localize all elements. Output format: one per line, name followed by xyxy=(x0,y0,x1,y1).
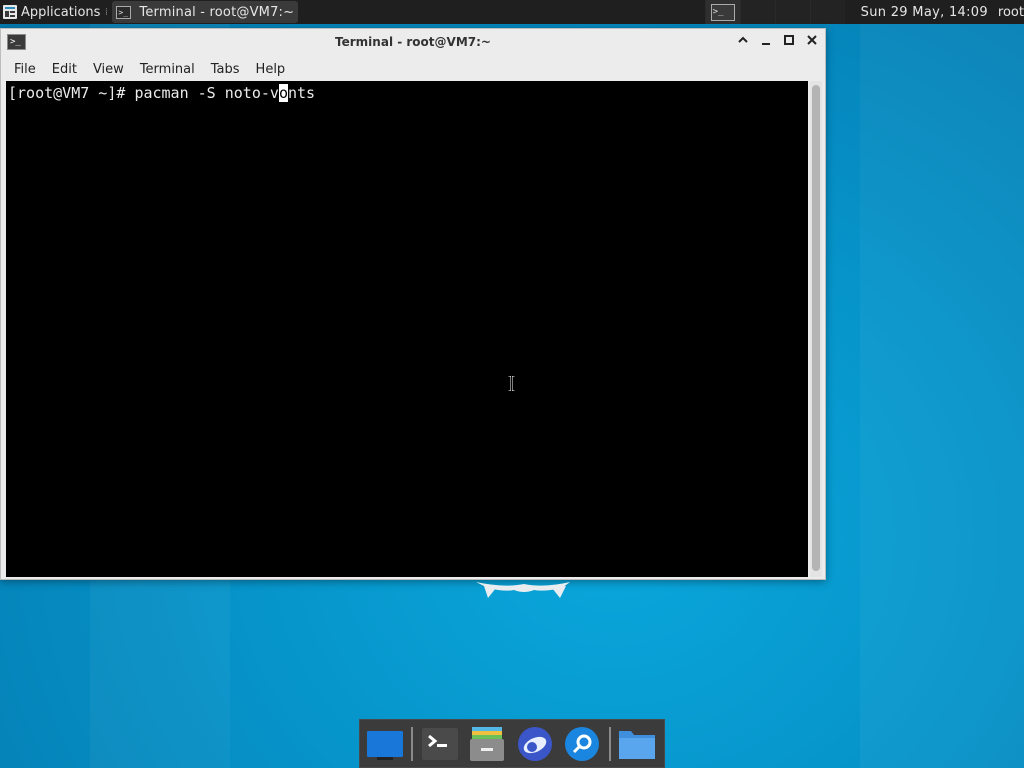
dock-archive-manager[interactable] xyxy=(467,723,508,765)
shell-prompt: [root@VM7 ~]# xyxy=(8,84,135,102)
window-titlebar[interactable]: >_ Terminal - root@VM7:~ xyxy=(1,29,825,57)
workspace-4[interactable] xyxy=(809,0,845,24)
terminal-icon: >_ xyxy=(116,5,132,19)
web-browser-icon xyxy=(517,726,552,761)
menu-help[interactable]: Help xyxy=(248,62,294,77)
dock-separator xyxy=(608,726,611,761)
window-title: Terminal - root@VM7:~ xyxy=(335,35,491,49)
workspace-3[interactable] xyxy=(774,0,810,24)
terminal-icon xyxy=(421,727,458,760)
close-icon xyxy=(807,35,817,45)
clock[interactable]: Sun 29 May, 14:09 xyxy=(861,5,988,20)
dock-separator xyxy=(411,726,414,761)
user-menu[interactable]: root xyxy=(998,5,1024,20)
taskbar-button-terminal[interactable]: >_ Terminal - root@VM7:~ xyxy=(112,1,299,23)
menu-edit[interactable]: Edit xyxy=(44,62,85,77)
terminal-scrollbar[interactable] xyxy=(810,81,822,577)
applications-label: Applications xyxy=(21,4,101,20)
dock-search[interactable] xyxy=(561,723,602,765)
workspace-switcher: >_ xyxy=(704,0,845,24)
top-panel: Applications ⁞ >_ Terminal - root@VM7:~ … xyxy=(0,0,1024,24)
dock-terminal[interactable] xyxy=(419,723,460,765)
minimize-icon xyxy=(762,43,770,45)
wallpaper-band xyxy=(860,24,1024,768)
dock-web-browser[interactable] xyxy=(514,723,555,765)
text-cursor: o xyxy=(278,84,288,102)
desktop-icon xyxy=(366,730,403,760)
menu-view[interactable]: View xyxy=(85,62,132,77)
taskbar-label: Terminal - root@VM7:~ xyxy=(139,4,295,20)
scrollbar-thumb[interactable] xyxy=(812,85,820,571)
panel-separator: ⁞ xyxy=(104,6,109,18)
text-cursor-pointer-icon xyxy=(508,375,515,392)
menu-file[interactable]: File xyxy=(6,62,44,77)
workspace-1[interactable]: >_ xyxy=(704,0,740,24)
maximize-icon xyxy=(784,35,794,45)
maximize-button[interactable] xyxy=(780,34,798,52)
menubar: File Edit View Terminal Tabs Help xyxy=(1,57,825,81)
menu-tabs[interactable]: Tabs xyxy=(203,62,248,77)
close-button[interactable] xyxy=(803,34,821,52)
shade-button[interactable] xyxy=(734,34,752,52)
command-text-after-cursor: nts xyxy=(287,84,316,102)
applications-menu-icon xyxy=(2,4,18,20)
search-icon xyxy=(565,726,600,761)
archive-manager-icon xyxy=(470,726,505,761)
dock-show-desktop[interactable] xyxy=(364,723,405,765)
dock xyxy=(359,719,665,768)
menu-terminal[interactable]: Terminal xyxy=(132,62,203,77)
terminal-output[interactable]: [root@VM7 ~]# pacman -S noto-vonts xyxy=(6,81,808,577)
workspace-2[interactable] xyxy=(739,0,775,24)
file-manager-icon xyxy=(619,730,656,759)
terminal-window: >_ Terminal - root@VM7:~ File Edit View … xyxy=(0,28,826,580)
terminal-icon: >_ xyxy=(710,3,735,21)
minimize-button[interactable] xyxy=(757,34,775,52)
applications-menu-button[interactable]: Applications xyxy=(0,0,102,24)
dock-file-manager[interactable] xyxy=(617,723,658,765)
command-text: pacman -S noto-v xyxy=(134,84,279,102)
chevron-up-icon xyxy=(738,36,748,43)
wallpaper-mascot-icon xyxy=(476,582,570,598)
